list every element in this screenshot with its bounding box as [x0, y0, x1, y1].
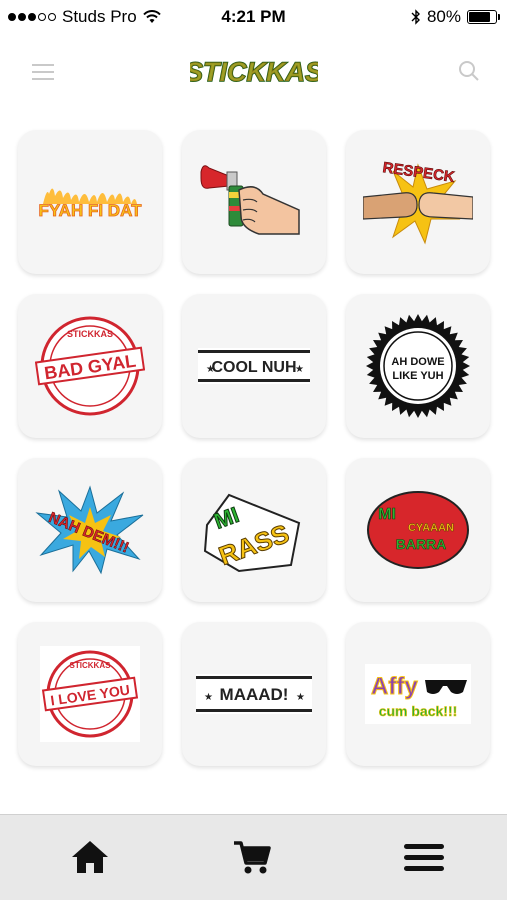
hamburger-menu-button[interactable]	[30, 61, 56, 83]
battery-percent: 80%	[426, 7, 461, 26]
svg-text:★: ★	[204, 692, 213, 703]
air-horn-icon	[200, 165, 300, 235]
sticker-tile-nah-dem[interactable]: NAH DEM!!!	[18, 458, 162, 602]
sticker-mi-cyaaan-barra: MI CYAAAN BARRA	[367, 491, 469, 569]
sticker-tile-fyah-fi-dat[interactable]: FYAH FI DAT	[18, 130, 162, 274]
nav-bar: STICKKAS STICKKAS	[0, 34, 507, 110]
sticker-text-line2: LIKE YUH	[392, 370, 443, 382]
sticker-i-love-you: STICKKAS I LOVE YOU	[40, 646, 140, 742]
cart-icon	[234, 841, 271, 874]
sticker-text: MAAAD!	[220, 685, 289, 704]
sticker-tile-mi-rass[interactable]: MI RASS	[182, 458, 326, 602]
stamp-ring-text: STICKKAS	[67, 329, 113, 339]
hamburger-icon	[32, 64, 54, 80]
sticker-text-line1: Affy	[371, 673, 418, 700]
menu-icon	[404, 844, 444, 871]
sticker-nah-dem: NAH DEM!!!	[35, 485, 144, 575]
tab-home[interactable]	[70, 837, 110, 877]
sticker-text-line1: AH DOWE	[391, 356, 444, 368]
sticker-fyah-fi-dat: FYAH FI DAT	[38, 188, 143, 220]
tab-cart[interactable]	[232, 837, 272, 877]
sticker-text: COOL NUH	[211, 359, 296, 376]
sticker-bad-gyal: STICKKAS BAD GYAL	[35, 316, 145, 416]
stamp-ring-text: STICKKAS	[70, 661, 112, 670]
bottom-tab-bar	[0, 814, 507, 900]
sticker-tile-cool-nuh[interactable]: ★ ★ COOL NUH	[182, 294, 326, 438]
app-logo: STICKKAS STICKKAS	[184, 52, 324, 92]
sticker-affy-cum-back: Affy cum back!!!	[365, 664, 471, 724]
sticker-tile-mi-cyaaan-barra[interactable]: MI CYAAAN BARRA	[346, 458, 490, 602]
sticker-tile-bad-gyal[interactable]: STICKKAS BAD GYAL	[18, 294, 162, 438]
sticker-tile-affy-cum-back[interactable]: Affy cum back!!!	[346, 622, 490, 766]
sticker-text-line2: CYAAAN	[408, 522, 454, 534]
status-right: 80%	[411, 7, 500, 27]
sticker-text-line1: MI	[378, 506, 396, 523]
sticker-tile-respeck[interactable]: RESPECK	[346, 130, 490, 274]
tab-menu[interactable]	[404, 837, 444, 877]
logo-text-highlight: STICKKAS	[190, 57, 318, 87]
home-icon	[72, 841, 108, 873]
search-icon	[459, 61, 479, 81]
sticker-tile-i-love-you[interactable]: STICKKAS I LOVE YOU	[18, 622, 162, 766]
bluetooth-icon	[411, 9, 420, 25]
sticker-maaad: ★ ★ MAAAD!	[196, 674, 312, 714]
sticker-tile-maaad[interactable]: ★ ★ MAAAD!	[182, 622, 326, 766]
sticker-text-line3: BARRA	[396, 536, 447, 552]
sticker-tile-ah-dowe-like-yuh[interactable]: AH DOWE LIKE YUH	[346, 294, 490, 438]
sticker-mi-rass: MI RASS	[203, 493, 301, 573]
svg-text:★: ★	[296, 692, 305, 703]
status-bar: Studs Pro 4:21 PM 80%	[0, 0, 507, 34]
sticker-grid: FYAH FI DAT RESPECK STICKKAS BAD GYAL ★ …	[18, 130, 492, 766]
sticker-respeck: RESPECK	[363, 159, 473, 245]
sticker-ah-dowe-like-yuh: AH DOWE LIKE YUH	[366, 314, 470, 418]
sticker-text: FYAH FI DAT	[39, 201, 143, 220]
sticker-text-line2: cum back!!!	[379, 703, 458, 719]
search-button[interactable]	[456, 58, 482, 84]
sticker-cool-nuh: ★ ★ COOL NUH	[198, 348, 310, 384]
battery-icon	[467, 10, 500, 24]
sticker-tile-air-horn[interactable]	[182, 130, 326, 274]
